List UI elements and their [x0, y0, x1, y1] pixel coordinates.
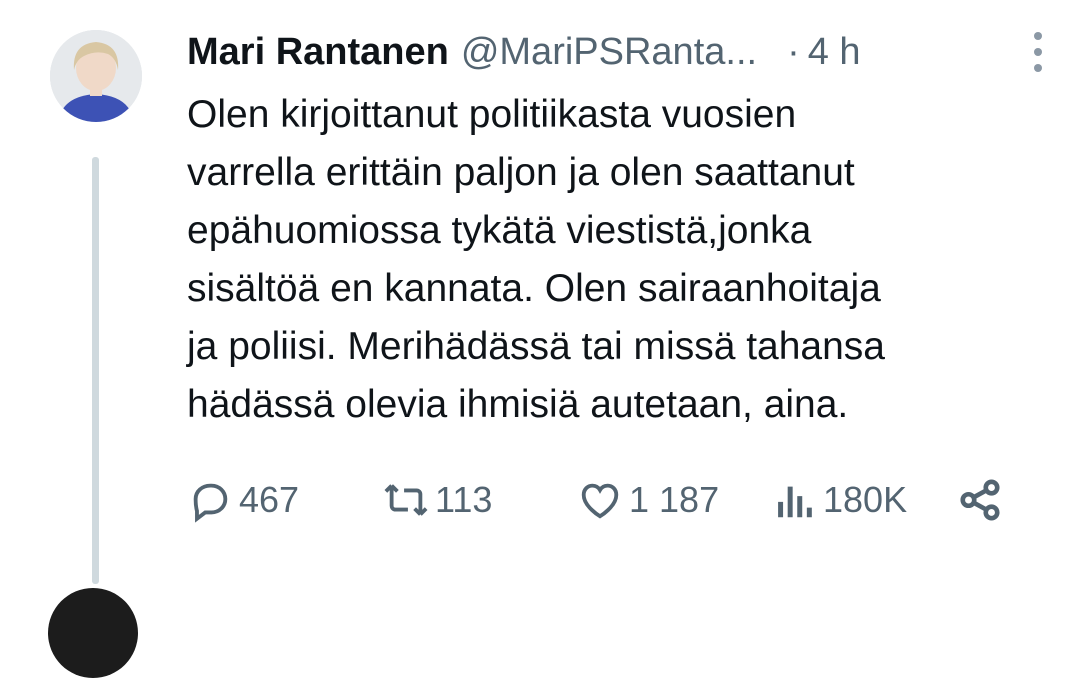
repost-count: 113 [435, 479, 493, 520]
views-button[interactable]: 180K [771, 470, 907, 530]
share-icon [960, 479, 1000, 521]
views-count: 180K [823, 479, 908, 520]
like-icon [581, 483, 619, 519]
repost-button[interactable]: 113 [383, 470, 492, 530]
author-name[interactable]: Mari Rantanen [187, 31, 449, 74]
reply-button[interactable]: 467 [187, 470, 299, 530]
avatar-image [50, 30, 142, 122]
repost-icon [384, 484, 428, 516]
separator-dot: · [787, 30, 800, 73]
tweet-text: Olen kirjoittanut politiikasta vuosien v… [187, 93, 886, 426]
share-button[interactable] [957, 470, 1003, 530]
like-count: 1 187 [629, 479, 720, 520]
reply-count: 467 [239, 479, 300, 520]
author-handle[interactable]: @MariPSRanta... [461, 31, 757, 74]
tweet-actions: 467 113 1 187 180K [187, 470, 1020, 530]
author-avatar[interactable] [50, 30, 142, 122]
views-icon [778, 486, 812, 518]
thread-line [92, 157, 99, 584]
reply-icon [193, 483, 228, 523]
more-icon[interactable] [1030, 30, 1046, 74]
tweet-header: Mari Rantanen @MariPSRanta... · 4 h [187, 26, 1060, 78]
like-button[interactable]: 1 187 [577, 470, 719, 530]
next-tweet-avatar[interactable] [48, 588, 138, 678]
timestamp[interactable]: 4 h [808, 31, 861, 74]
